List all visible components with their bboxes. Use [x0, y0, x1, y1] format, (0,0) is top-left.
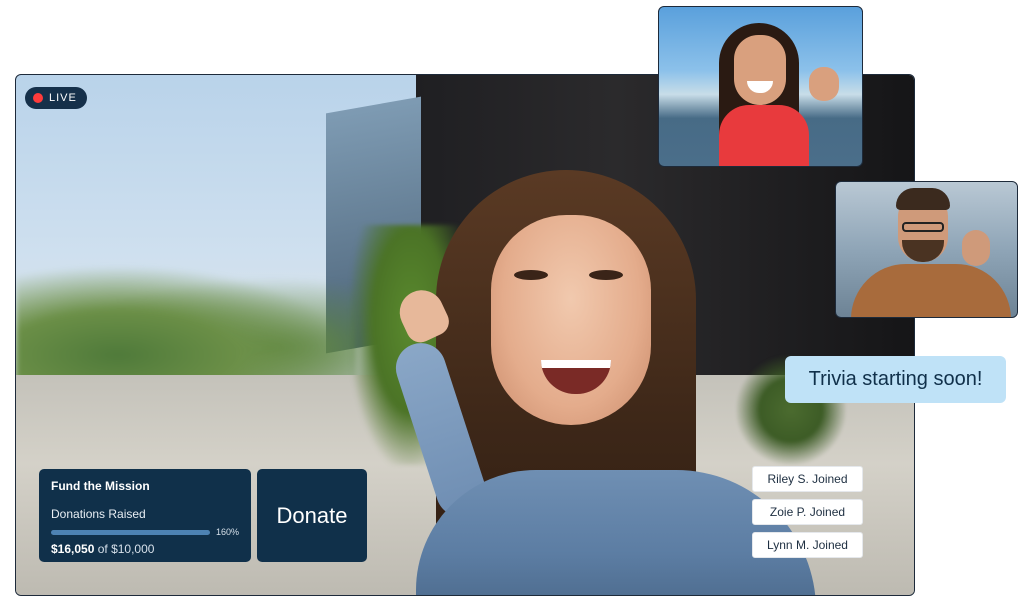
- participant-glasses: [902, 222, 944, 232]
- participant-hair: [896, 188, 950, 210]
- donate-button[interactable]: Donate: [257, 469, 367, 562]
- participant-face: [734, 35, 786, 105]
- participant-video-1[interactable]: [658, 6, 863, 167]
- streamer-eye: [514, 270, 548, 280]
- progress-percent: 160%: [215, 527, 239, 537]
- join-notification: Riley S. Joined: [752, 466, 863, 492]
- donation-progress-bar: [51, 529, 210, 535]
- participant-top: [719, 105, 809, 166]
- streamer-eye: [589, 270, 623, 280]
- join-notification: Zoie P. Joined: [752, 499, 863, 525]
- donation-progress-fill: [51, 529, 210, 535]
- fundraiser-subtitle: Donations Raised: [51, 507, 146, 521]
- waving-hand: [809, 67, 839, 101]
- fundraiser-title: Fund the Mission: [51, 479, 150, 493]
- progress-row: 160%: [51, 527, 239, 537]
- live-label: LIVE: [49, 92, 77, 104]
- live-dot-icon: [33, 93, 43, 103]
- participant-video-2[interactable]: [835, 181, 1018, 318]
- live-badge: LIVE: [25, 87, 87, 109]
- waving-hand: [962, 230, 990, 266]
- fundraiser-card: Fund the Mission Donations Raised 160% $…: [39, 469, 251, 562]
- amount-goal: of $10,000: [94, 542, 155, 556]
- participant-beard: [902, 240, 944, 262]
- participant-shirt: [851, 264, 1011, 317]
- chat-message: Trivia starting soon!: [785, 356, 1006, 403]
- amount-raised: $16,050: [51, 542, 95, 556]
- join-notifications: Riley S. Joined Zoie P. Joined Lynn M. J…: [752, 466, 863, 558]
- join-notification: Lynn M. Joined: [752, 532, 863, 558]
- fundraiser-amount: $16,050 of $10,000: [51, 542, 239, 556]
